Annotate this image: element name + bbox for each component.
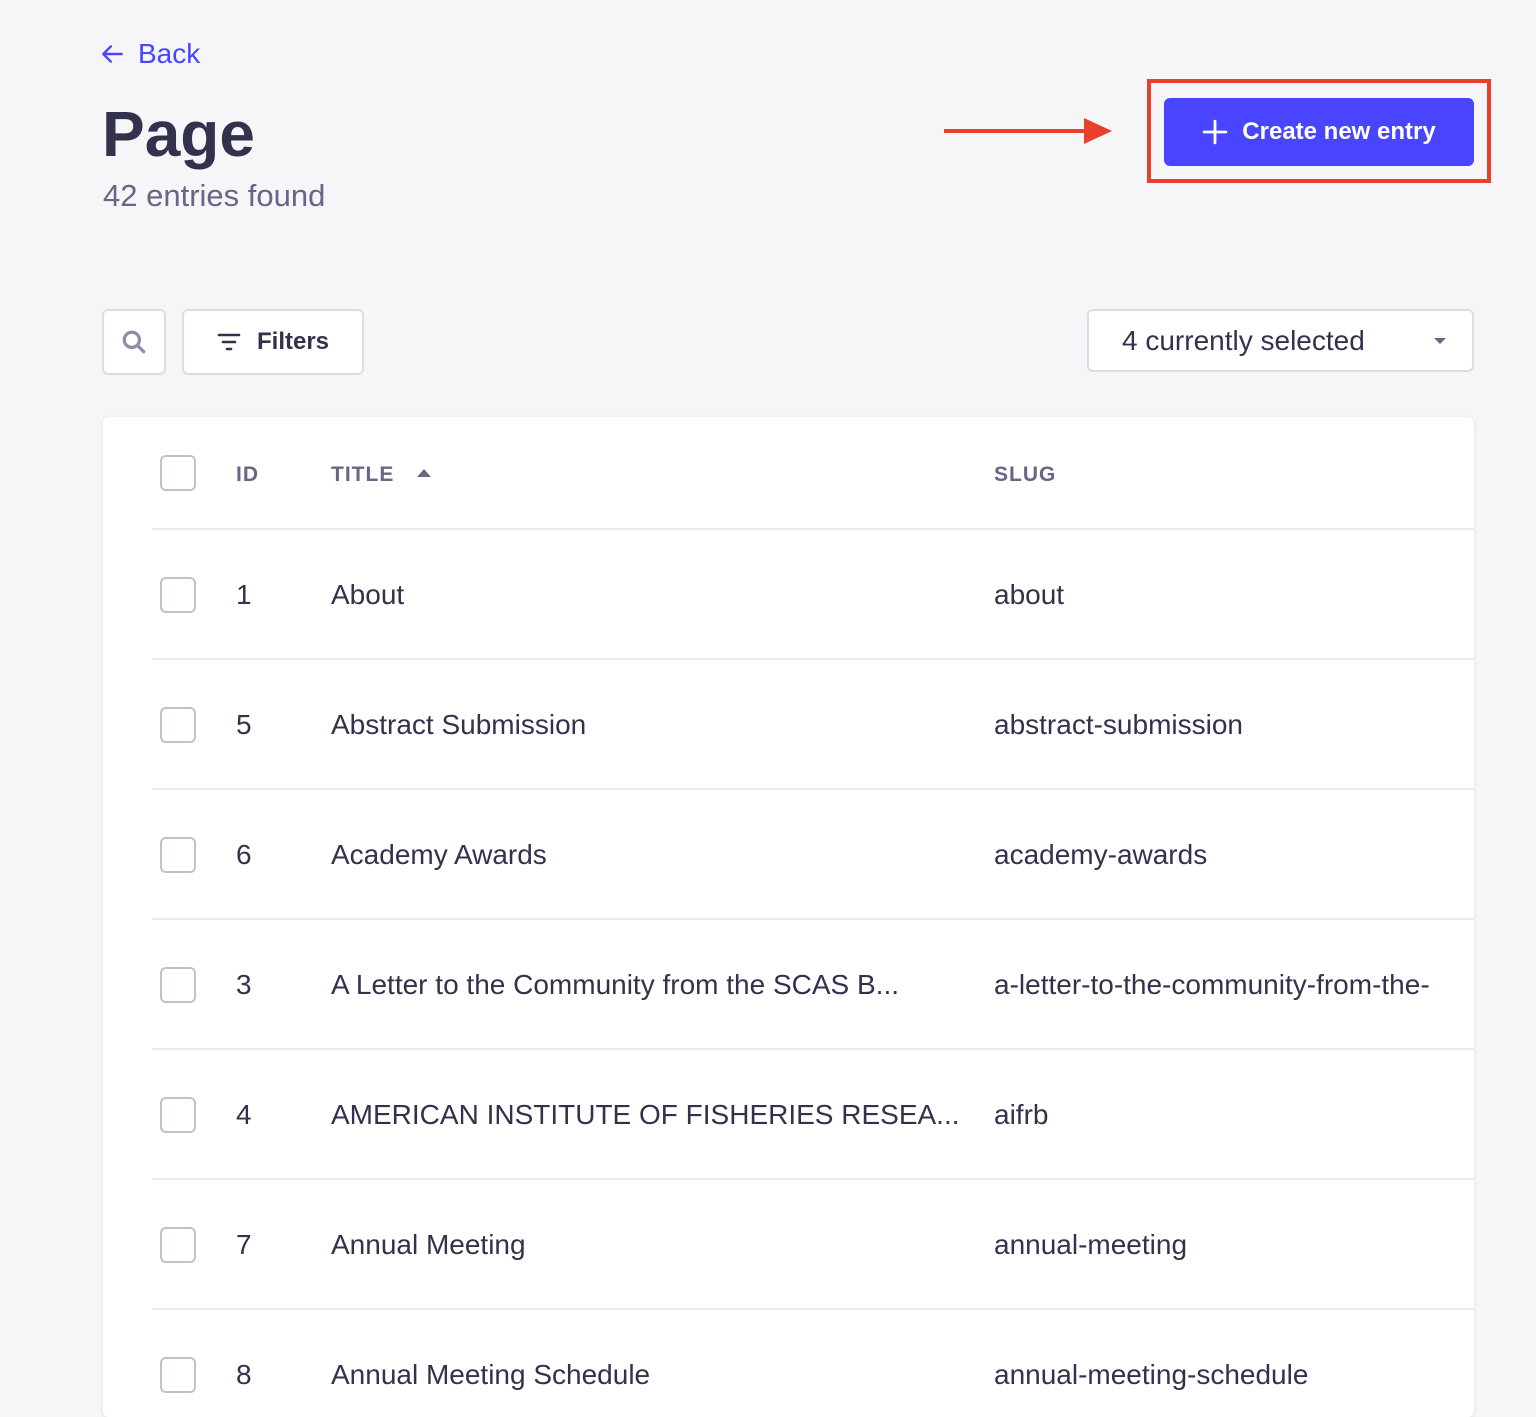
- create-new-entry-label: Create new entry: [1242, 118, 1436, 145]
- cell-id: 3: [236, 969, 252, 1000]
- annotation-arrow-icon: [944, 118, 1112, 144]
- displayed-columns-select[interactable]: 4 currently selected: [1087, 309, 1474, 372]
- back-link[interactable]: Back: [100, 38, 200, 70]
- cell-title: Academy Awards: [331, 839, 547, 870]
- column-header-slug[interactable]: SLUG: [994, 463, 1056, 487]
- create-new-entry-button[interactable]: Create new entry: [1164, 98, 1474, 166]
- filter-icon: [217, 333, 241, 351]
- select-all-checkbox[interactable]: [160, 455, 196, 491]
- row-checkbox[interactable]: [160, 837, 196, 873]
- caret-down-icon: [1434, 338, 1446, 344]
- arrow-left-icon: [102, 45, 123, 63]
- cell-title: Abstract Submission: [331, 709, 587, 740]
- table-row[interactable]: 1 About about: [152, 530, 1474, 660]
- table-header-row: ID TITLE SLUG: [152, 417, 1474, 530]
- cell-slug: annual-meeting-schedule: [994, 1359, 1309, 1390]
- table-row[interactable]: 7 Annual Meeting annual-meeting: [152, 1180, 1474, 1310]
- cell-title: A Letter to the Community from the SCAS …: [331, 969, 900, 1000]
- filters-label: Filters: [256, 328, 330, 355]
- plus-icon: [1203, 119, 1228, 145]
- table-row[interactable]: 8 Annual Meeting Schedule annual-meeting…: [152, 1310, 1474, 1417]
- cell-title: About: [331, 579, 405, 610]
- cell-id: 5: [236, 709, 252, 740]
- cell-title: Annual Meeting: [331, 1229, 526, 1260]
- cell-title: Annual Meeting Schedule: [331, 1359, 651, 1390]
- row-checkbox[interactable]: [160, 1097, 196, 1133]
- entries-count: 42 entries found: [103, 178, 326, 213]
- page-title: Page: [102, 98, 255, 170]
- cell-id: 6: [236, 839, 252, 870]
- cell-slug: about: [994, 579, 1065, 610]
- sort-ascending-icon[interactable]: [416, 467, 432, 479]
- table-row[interactable]: 6 Academy Awards academy-awards: [152, 790, 1474, 920]
- cell-id: 7: [236, 1229, 252, 1260]
- search-button[interactable]: [102, 309, 166, 375]
- cell-slug: abstract-submission: [994, 709, 1243, 740]
- row-checkbox[interactable]: [160, 707, 196, 743]
- cell-id: 4: [236, 1099, 252, 1130]
- cell-slug: annual-meeting: [994, 1229, 1188, 1260]
- cell-id: 8: [236, 1359, 252, 1390]
- table-row[interactable]: 4 AMERICAN INSTITUTE OF FISHERIES RESEA.…: [152, 1050, 1474, 1180]
- entries-table: ID TITLE SLUG 1 About about 5 Abstract S…: [103, 417, 1474, 1417]
- column-header-id[interactable]: ID: [236, 463, 259, 487]
- row-checkbox[interactable]: [160, 1227, 196, 1263]
- cell-slug: aifrb: [994, 1099, 1049, 1130]
- cell-slug: a-letter-to-the-community-from-the-: [994, 969, 1430, 1000]
- filters-button[interactable]: Filters: [182, 309, 364, 375]
- row-checkbox[interactable]: [160, 577, 196, 613]
- row-checkbox[interactable]: [160, 1357, 196, 1393]
- back-label: Back: [138, 38, 201, 69]
- cell-slug: academy-awards: [994, 839, 1208, 870]
- column-header-title[interactable]: TITLE: [331, 463, 394, 487]
- search-icon: [122, 330, 146, 354]
- cell-id: 1: [236, 579, 252, 610]
- row-checkbox[interactable]: [160, 967, 196, 1003]
- columns-select-value: 4 currently selected: [1122, 324, 1365, 356]
- table-row[interactable]: 5 Abstract Submission abstract-submissio…: [152, 660, 1474, 790]
- cell-title: AMERICAN INSTITUTE OF FISHERIES RESEA...: [331, 1099, 960, 1130]
- table-row[interactable]: 3 A Letter to the Community from the SCA…: [152, 920, 1474, 1050]
